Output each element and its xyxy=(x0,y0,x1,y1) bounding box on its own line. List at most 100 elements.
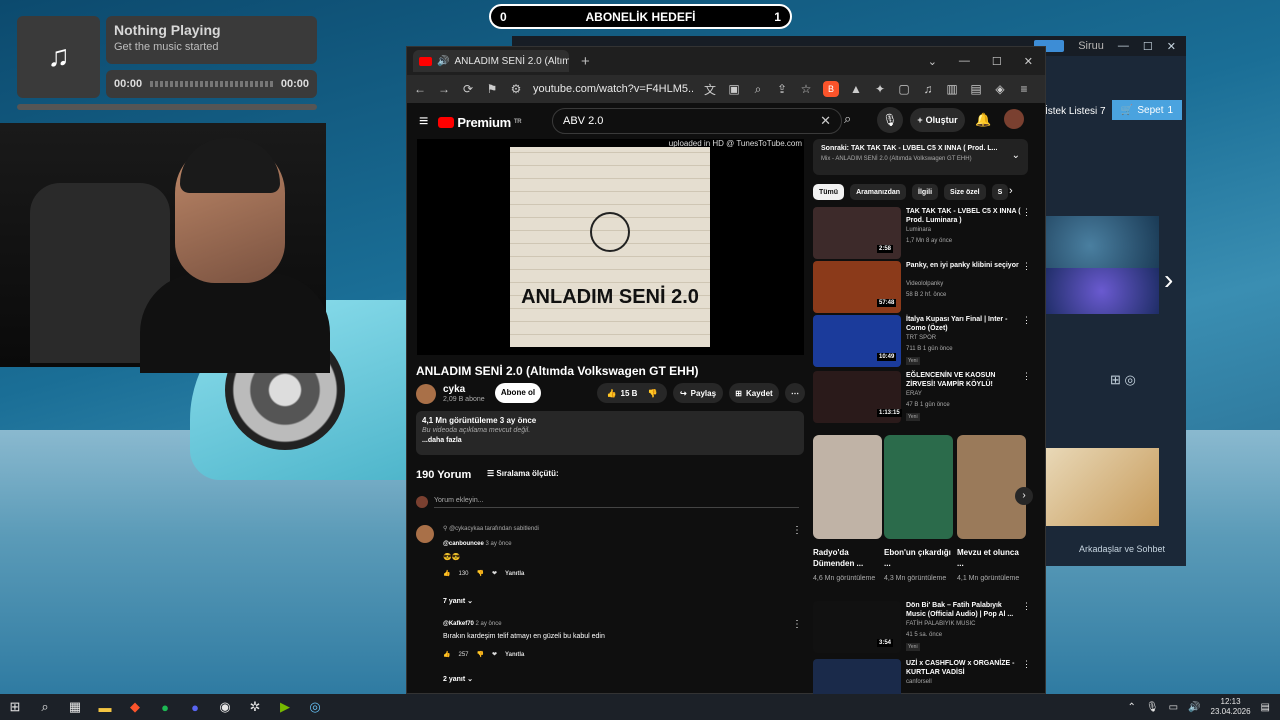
video-title[interactable]: Dön Bi' Bak – Fatih Palabıyık Music (Off… xyxy=(906,601,1021,619)
chevron-up-icon[interactable]: ⌃ xyxy=(1128,702,1136,713)
obs-icon[interactable]: ◉ xyxy=(210,694,240,720)
steam-minimize-icon[interactable]: — xyxy=(1118,40,1129,52)
hamburger-menu-icon[interactable]: ≡ xyxy=(419,113,428,131)
share-icon[interactable]: ⇪ xyxy=(775,82,789,96)
channel-name[interactable]: Luminara xyxy=(906,227,931,233)
steam-game-image[interactable] xyxy=(1044,268,1159,314)
youtube-search-input[interactable]: ABV 2.0 ✕ xyxy=(552,108,842,134)
more-icon[interactable]: ⋮ xyxy=(1022,371,1031,382)
screenshot-icon[interactable]: ▢ xyxy=(897,82,911,96)
chevron-down-icon[interactable]: ⌄ xyxy=(928,55,937,68)
brave-browser-icon[interactable]: ◆ xyxy=(120,694,150,720)
channel-name[interactable]: canforsell xyxy=(906,679,932,685)
video-title[interactable]: UZİ x CASHFLOW x ORGANİZE - KURTLAR VADİ… xyxy=(906,659,1021,677)
comment-more-icon[interactable]: ⋮ xyxy=(792,619,802,630)
more-icon[interactable]: ⋮ xyxy=(1022,601,1031,612)
chip-related[interactable]: İlgili xyxy=(912,184,939,200)
share-button[interactable]: ↪ Paylaş xyxy=(673,383,723,403)
chip-all[interactable]: Tümü xyxy=(813,184,845,200)
commenter-avatar[interactable] xyxy=(416,525,434,543)
search-icon[interactable]: ⌕ xyxy=(844,111,851,127)
recommendation-item[interactable]: 1:13:15 EĞLENCENİN VE KAOSUN ZİRVESİ! VAM… xyxy=(813,371,1043,423)
steam-friends-chat[interactable]: Arkadaşlar ve Sohbet xyxy=(1079,544,1165,554)
media-icon[interactable]: ♫ xyxy=(921,82,935,96)
maximize-icon[interactable]: ☐ xyxy=(992,55,1002,68)
clear-search-icon[interactable]: ✕ xyxy=(820,113,831,129)
youtube-logo[interactable]: Premium TR xyxy=(438,115,522,130)
steam-game-image[interactable] xyxy=(1044,448,1159,526)
video-title[interactable]: TAK TAK TAK - LVBEL C5 X INNA ( Prod. Lu… xyxy=(906,207,1021,225)
nvidia-icon[interactable]: ▶ xyxy=(270,694,300,720)
recommendation-item[interactable]: 2:58 TAK TAK TAK - LVBEL C5 X INNA ( Prod… xyxy=(813,207,1043,259)
recommendation-item[interactable]: 10:49 İtalya Kupası Yarı Final | Inter - … xyxy=(813,315,1043,367)
description-box[interactable]: 4,1 Mn görüntüleme 3 ay önce Bu videoda … xyxy=(416,411,804,455)
comment-author[interactable]: @canbouncee 3 ay önce xyxy=(443,541,512,547)
brave-rewards-icon[interactable]: ▲ xyxy=(849,82,863,96)
bookmark-icon[interactable]: ⚑ xyxy=(485,82,499,96)
vpn-icon[interactable]: ◈ xyxy=(993,82,1007,96)
comment-input[interactable]: Yorum ekleyin... xyxy=(434,497,799,508)
channel-name[interactable]: ERAY xyxy=(906,391,922,397)
video-player[interactable]: uploaded in HD @ TunesToTube.com ANLADIM… xyxy=(417,139,804,355)
comment-more-icon[interactable]: ⋮ xyxy=(792,525,802,536)
thumbs-down-icon[interactable]: 👎 xyxy=(477,570,484,577)
short-thumbnail[interactable] xyxy=(884,435,953,539)
spotify-icon[interactable]: ● xyxy=(150,694,180,720)
up-next-panel[interactable]: Sonraki: TAK TAK TAK - LVBEL C5 X INNA (… xyxy=(813,139,1028,175)
save-button[interactable]: ⊞ Kaydet xyxy=(729,383,779,403)
more-actions-icon[interactable]: ⋯ xyxy=(785,383,805,403)
show-replies-button[interactable]: 7 yanıt ⌄ xyxy=(443,597,473,605)
more-icon[interactable]: ⋮ xyxy=(1022,207,1031,218)
site-info-icon[interactable]: ⚙ xyxy=(509,82,523,96)
menu-icon[interactable]: ≡ xyxy=(1017,82,1031,96)
steam-maximize-icon[interactable]: ☐ xyxy=(1143,40,1153,53)
video-title[interactable]: EĞLENCENİN VE KAOSUN ZİRVESİ! VAMPİR KÖY… xyxy=(906,371,1021,389)
recommendation-item[interactable]: 57:48 Panky, en iyi panky klibini seçiyor… xyxy=(813,261,1043,313)
wallet-icon[interactable]: ▤ xyxy=(969,82,983,96)
video-title[interactable]: İtalya Kupası Yarı Final | Inter - Como … xyxy=(906,315,1021,333)
extensions-icon[interactable]: ✦ xyxy=(873,82,887,96)
url-field[interactable]: youtube.com/watch?v=F4HLM5... xyxy=(533,83,693,95)
sort-button[interactable]: ☰ Sıralama ölçütü: xyxy=(487,469,559,478)
more-icon[interactable]: ⋮ xyxy=(1022,315,1031,326)
close-icon[interactable]: ✕ xyxy=(1024,55,1033,68)
steam-user-name[interactable]: Siruu xyxy=(1078,40,1104,52)
bell-icon[interactable]: 🔔 xyxy=(975,112,991,128)
reload-icon[interactable]: ⟳ xyxy=(461,82,475,96)
brave-shields-icon[interactable]: B xyxy=(823,81,839,97)
network-icon[interactable]: ▭ xyxy=(1169,702,1178,713)
zoom-icon[interactable]: ⌕ xyxy=(751,82,765,97)
thumbs-up-icon[interactable]: 👍 xyxy=(443,651,450,658)
steam-icon[interactable]: ◎ xyxy=(300,694,330,720)
thumbs-down-icon[interactable]: 👎 xyxy=(477,651,484,658)
sidebar-icon[interactable]: ▥ xyxy=(945,82,959,96)
browser-tab[interactable]: 🔊 ANLADIM SENİ 2.0 (Altımda Volkswagen G… xyxy=(413,50,569,72)
recommendation-item[interactable]: 3:54 Dön Bi' Bak – Fatih Palabıyık Music … xyxy=(813,601,1043,653)
short-thumbnail[interactable] xyxy=(813,435,882,539)
image-icon[interactable]: ▣ xyxy=(727,82,741,96)
steam-wishlist[interactable]: İstek Listesi 7 xyxy=(1045,106,1106,117)
like-dislike-button[interactable]: 👍 15 B 👎 xyxy=(597,383,667,403)
chevron-right-icon[interactable]: › xyxy=(1009,185,1013,197)
reply-button[interactable]: Yanıtla xyxy=(505,571,524,577)
thumbs-up-icon[interactable]: 👍 xyxy=(607,389,617,398)
translate-icon[interactable]: 文 xyxy=(703,81,717,98)
shorts-next-icon[interactable]: › xyxy=(1015,487,1033,505)
reply-button[interactable]: Yanıtla xyxy=(505,652,524,658)
new-tab-icon[interactable]: + xyxy=(581,53,590,70)
microphone-icon[interactable]: 🎙 xyxy=(1146,702,1159,713)
short-title[interactable]: Ebon'un çıkardığı ... xyxy=(884,547,953,569)
task-view-icon[interactable]: ▦ xyxy=(60,694,90,720)
channel-avatar[interactable] xyxy=(416,384,436,404)
short-title[interactable]: Radyo'da Dümenden ... xyxy=(813,547,882,569)
thumbs-up-icon[interactable]: 👍 xyxy=(443,570,450,577)
chip-for-you[interactable]: Size özel xyxy=(944,184,986,200)
thumbs-down-icon[interactable]: 👎 xyxy=(647,389,657,398)
channel-name[interactable]: FATİH PALABIYIK MUSIC xyxy=(906,621,975,627)
minimize-icon[interactable]: — xyxy=(959,55,970,68)
windows-start-icon[interactable]: ⊞ xyxy=(0,694,30,720)
discord-icon[interactable]: ● xyxy=(180,694,210,720)
video-title[interactable]: Panky, en iyi panky klibini seçiyor xyxy=(906,261,1021,270)
volume-icon[interactable]: 🔊 xyxy=(1188,702,1200,713)
short-thumbnail[interactable] xyxy=(957,435,1026,539)
